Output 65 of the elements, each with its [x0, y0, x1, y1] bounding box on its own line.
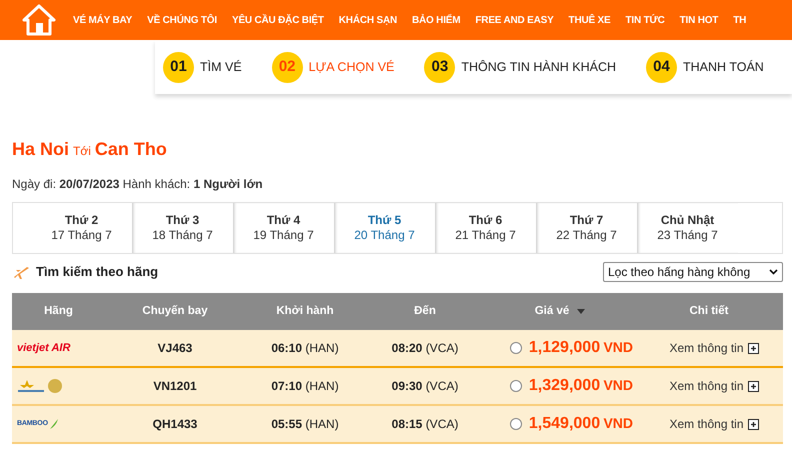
column-header[interactable]: Giá vé	[534, 302, 570, 320]
sort-down-icon[interactable]	[577, 309, 586, 314]
nav-link[interactable]: YÊU CẦU ĐẶC BIỆT	[232, 12, 324, 28]
step-number: 04	[646, 52, 678, 82]
chevron-down-icon	[769, 269, 778, 275]
airline-filter-select[interactable]: Lọc theo hấng hàng không	[603, 262, 783, 282]
fare-radio[interactable]	[510, 418, 522, 430]
departure-time: 05:55 (HAN)	[270, 416, 340, 433]
date-tab[interactable]: Thứ 5 20 Tháng 7	[334, 203, 435, 253]
step-label: THÔNG TIN HÀNH KHÁCH	[461, 58, 616, 76]
nav-link[interactable]: FREE AND EASY	[475, 12, 554, 28]
column-header: Khởi hành	[275, 304, 335, 319]
column-header: Hãng	[43, 304, 74, 319]
fare-price: 1,329,000 VND	[528, 376, 633, 396]
fare-price: 1,549,000 VND	[528, 414, 633, 434]
arrival-time: 08:15 (VCA)	[390, 416, 460, 433]
date-tab[interactable]: Thứ 6 21 Tháng 7	[435, 203, 536, 253]
date-tab[interactable]: Chủ Nhật 23 Tháng 7	[637, 203, 738, 253]
nav-link[interactable]: BẢO HIỂM	[412, 12, 460, 28]
details-link[interactable]: Xem thông tin	[669, 415, 744, 433]
swoosh-icon	[48, 418, 59, 430]
nav-link[interactable]: KHÁCH SẠN	[338, 12, 397, 28]
airline-logo-drawing	[17, 378, 63, 394]
column-header: Chuyến bay	[141, 304, 209, 319]
details-link[interactable]: Xem thông tin	[669, 377, 744, 395]
nav-link[interactable]: THUÊ XE	[568, 12, 610, 28]
airplane-icon	[12, 264, 30, 280]
step-label: TÌM VÉ	[200, 58, 242, 76]
expand-plus-icon[interactable]	[748, 380, 759, 392]
step-label: LỰA CHỌN VÉ	[308, 58, 394, 76]
flight-number: VJ463	[156, 340, 194, 357]
fare-radio[interactable]	[510, 342, 522, 354]
arrival-time: 08:20 (VCA)	[390, 340, 460, 357]
section-title: Tìm kiếm theo hãng	[36, 263, 158, 282]
date-tab[interactable]: Thứ 3 18 Tháng 7	[132, 203, 233, 253]
route-connector: Tới	[73, 143, 91, 160]
trip-summary: Ngày đi: 20/07/2023 Hành khách: 1 Người lớn	[12, 176, 264, 193]
departure-time: 07:10 (HAN)	[270, 378, 340, 395]
nav-link[interactable]: VÉ MÁY BAY	[73, 12, 132, 28]
column-header: Chi tiết	[688, 304, 730, 319]
route-origin: Ha Noi	[12, 138, 70, 161]
nav-link[interactable]: TIN HOT	[680, 12, 718, 28]
airline-logo: vietjet AIR	[17, 340, 70, 356]
nav-link[interactable]: TIN TỨC	[626, 12, 665, 28]
nav-link[interactable]: TH	[733, 12, 746, 28]
flight-number: QH1433	[152, 416, 198, 433]
column-header: Đến	[413, 304, 437, 319]
step-number: 01	[163, 52, 194, 82]
date-tab[interactable]: Thứ 7 22 Tháng 7	[536, 203, 637, 253]
date-tab[interactable]: Thứ 2 17 Tháng 7	[31, 203, 132, 253]
departure-time: 06:10 (HAN)	[270, 340, 340, 357]
nav-link[interactable]: VỀ CHÚNG TÔI	[147, 12, 217, 28]
step-number: 03	[424, 52, 456, 82]
expand-plus-icon[interactable]	[748, 418, 759, 430]
fare-price: 1,129,000 VND	[528, 338, 633, 358]
expand-plus-icon[interactable]	[748, 342, 759, 354]
details-link[interactable]: Xem thông tin	[669, 339, 744, 357]
step-label: THANH TOÁN	[683, 58, 764, 76]
arrival-time: 09:30 (VCA)	[390, 378, 460, 395]
home-icon[interactable]	[22, 3, 56, 37]
route-destination: Can Tho	[94, 138, 167, 161]
fare-radio[interactable]	[510, 380, 522, 392]
date-tab[interactable]: Thứ 4 19 Tháng 7	[233, 203, 334, 253]
step-number: 02	[272, 52, 303, 82]
flight-number: VN1201	[152, 378, 198, 395]
